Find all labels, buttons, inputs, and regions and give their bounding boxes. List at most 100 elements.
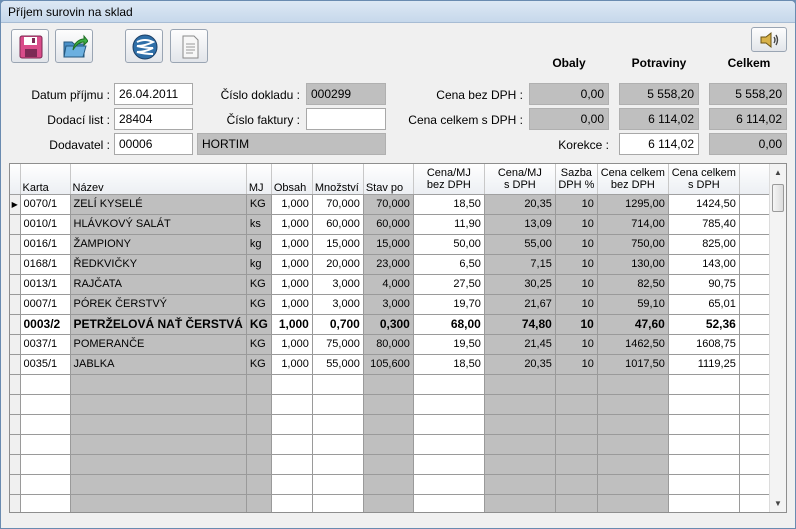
cell-obsah[interactable]: 1,000 [271,314,313,335]
grid-header-mj[interactable]: MJ [246,164,272,195]
cell-celkem-s-dph[interactable] [668,414,740,435]
cell-mnozstvi[interactable] [312,494,364,512]
grid-header-celkem-bez-dph[interactable]: Cena celkem bez DPH [597,164,669,195]
cell-celkem-s-dph[interactable]: 785,40 [668,214,740,235]
cell-nazev[interactable] [70,414,247,435]
table-row[interactable]: 0007/1 PÓREK ČERSTVÝ KG 1,000 3,000 3,000 19,7… [10,294,785,315]
row-indicator[interactable] [10,294,21,315]
cell-mj[interactable] [246,474,272,495]
row-indicator[interactable] [10,314,21,335]
cell-karta[interactable]: 0010/1 [20,214,71,235]
cell-cena-s-dph[interactable]: 20,35 [484,354,556,375]
cell-mnozstvi[interactable]: 0,700 [312,314,364,335]
cell-obsah[interactable]: 1,000 [271,234,313,255]
cell-mnozstvi[interactable] [312,474,364,495]
cell-cena-s-dph[interactable]: 7,15 [484,254,556,275]
grid-header-karta[interactable]: Karta [20,164,71,195]
cell-sazba[interactable] [555,434,598,455]
cell-cena-bez-dph[interactable] [413,394,485,415]
cell-stav-po[interactable]: 105,600 [363,354,414,375]
items-grid[interactable]: Karta Název MJ Obsah Množství Stav po Ce… [9,163,787,513]
cell-karta[interactable]: 0037/1 [20,334,71,355]
cell-cena-s-dph[interactable]: 20,35 [484,194,556,215]
dodavatel-code-field[interactable]: 00006 [114,133,193,155]
cell-cena-s-dph[interactable]: 21,45 [484,334,556,355]
cell-celkem-bez-dph[interactable] [597,414,669,435]
table-row[interactable]: 0035/1 JABLKA KG 1,000 55,000 105,600 18,50 20,… [10,354,785,375]
cell-sazba[interactable]: 10 [555,354,598,375]
cell-mj[interactable]: KG [246,194,272,215]
cell-celkem-s-dph[interactable]: 52,36 [668,314,740,335]
cell-sazba[interactable] [555,394,598,415]
cell-stav-po[interactable] [363,494,414,512]
cell-cena-s-dph[interactable] [484,434,556,455]
export-button[interactable] [55,29,93,63]
cell-sazba[interactable] [555,454,598,475]
cell-karta[interactable] [20,454,71,475]
cell-obsah[interactable] [271,494,313,512]
cell-mnozstvi[interactable]: 3,000 [312,274,364,295]
cell-celkem-s-dph[interactable]: 1608,75 [668,334,740,355]
cell-celkem-s-dph[interactable]: 825,00 [668,234,740,255]
cell-cena-bez-dph[interactable]: 19,50 [413,334,485,355]
cell-nazev[interactable] [70,434,247,455]
cell-nazev[interactable] [70,494,247,512]
cell-nazev[interactable]: ŘEDKVIČKY [70,254,247,275]
row-indicator[interactable] [10,374,21,395]
cell-celkem-s-dph[interactable] [668,454,740,475]
cell-cena-bez-dph[interactable]: 50,00 [413,234,485,255]
cell-celkem-bez-dph[interactable] [597,494,669,512]
grid-header-obsah[interactable]: Obsah [271,164,313,195]
cell-sazba[interactable]: 10 [555,194,598,215]
cell-sazba[interactable]: 10 [555,334,598,355]
cell-obsah[interactable] [271,474,313,495]
table-row[interactable]: 0037/1 POMERANČE KG 1,000 75,000 80,000 19,50 2… [10,334,785,355]
cell-nazev[interactable] [70,374,247,395]
cell-celkem-bez-dph[interactable] [597,474,669,495]
cell-cena-bez-dph[interactable]: 6,50 [413,254,485,275]
cell-karta[interactable] [20,414,71,435]
cell-obsah[interactable] [271,434,313,455]
cell-karta[interactable]: 0035/1 [20,354,71,375]
cell-celkem-s-dph[interactable] [668,474,740,495]
cell-karta[interactable]: 0168/1 [20,254,71,275]
row-indicator[interactable]: ▶ [10,194,21,215]
cell-mj[interactable] [246,374,272,395]
cell-obsah[interactable]: 1,000 [271,274,313,295]
cell-sazba[interactable]: 10 [555,214,598,235]
grid-header-cena-mj-bez-dph[interactable]: Cena/MJ bez DPH [413,164,485,195]
cell-stav-po[interactable]: 0,300 [363,314,414,335]
cell-mj[interactable]: kg [246,234,272,255]
cell-nazev[interactable]: RAJČATA [70,274,247,295]
cell-stav-po[interactable]: 23,000 [363,254,414,275]
cell-cena-s-dph[interactable] [484,374,556,395]
cell-cena-s-dph[interactable]: 13,09 [484,214,556,235]
dodaci-list-field[interactable]: 28404 [114,108,193,130]
cell-stav-po[interactable] [363,414,414,435]
cell-obsah[interactable] [271,454,313,475]
empty-row[interactable] [10,394,785,415]
cell-cena-bez-dph[interactable]: 27,50 [413,274,485,295]
cell-obsah[interactable]: 1,000 [271,214,313,235]
row-indicator[interactable] [10,254,21,275]
cell-cena-s-dph[interactable] [484,394,556,415]
cell-nazev[interactable]: POMERANČE [70,334,247,355]
cell-celkem-s-dph[interactable]: 90,75 [668,274,740,295]
cell-stav-po[interactable]: 4,000 [363,274,414,295]
cell-mnozstvi[interactable]: 15,000 [312,234,364,255]
cell-cena-bez-dph[interactable] [413,434,485,455]
cell-cena-bez-dph[interactable]: 18,50 [413,354,485,375]
cell-mj[interactable]: KG [246,354,272,375]
table-row[interactable]: ▶ 0070/1 ZELÍ KYSELÉ KG 1,000 70,000 70,000 18,… [10,194,785,215]
cell-karta[interactable] [20,494,71,512]
cell-celkem-bez-dph[interactable]: 47,60 [597,314,669,335]
cell-sazba[interactable]: 10 [555,274,598,295]
cell-celkem-s-dph[interactable] [668,374,740,395]
cell-celkem-s-dph[interactable]: 65,01 [668,294,740,315]
cell-nazev[interactable]: HLÁVKOVÝ SALÁT [70,214,247,235]
grid-header-cena-mj-s-dph[interactable]: Cena/MJ s DPH [484,164,556,195]
cell-obsah[interactable] [271,374,313,395]
row-indicator[interactable] [10,454,21,475]
cislo-faktury-field[interactable] [306,108,386,130]
cell-mj[interactable] [246,414,272,435]
